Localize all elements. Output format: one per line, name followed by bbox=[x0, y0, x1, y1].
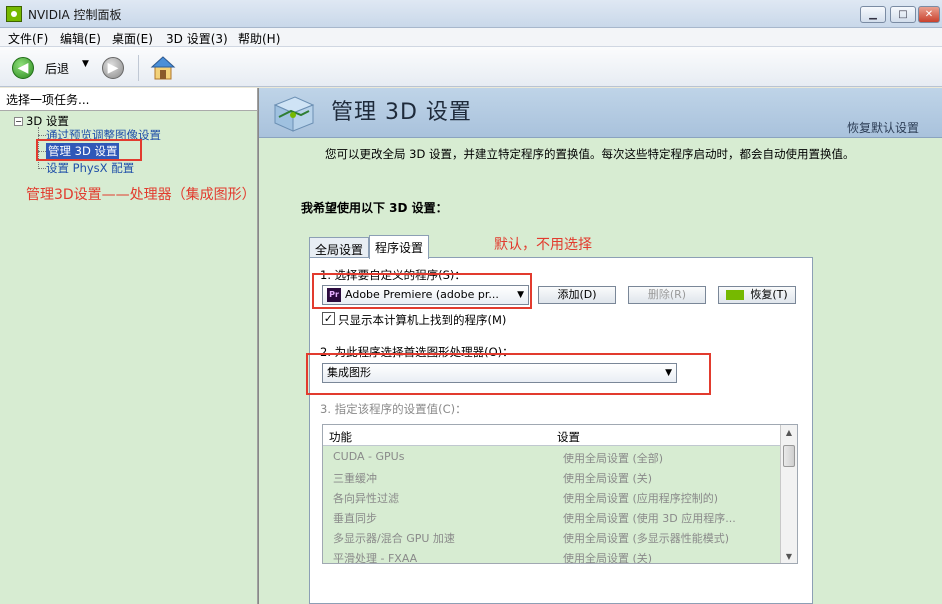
step3-label: 3. 指定该程序的设置值(C)： bbox=[320, 402, 467, 416]
annotation-box-gpu bbox=[306, 353, 711, 395]
add-program-button[interactable]: 添加(D) bbox=[538, 286, 616, 304]
column-header-setting: 设置 bbox=[557, 430, 580, 444]
page-title: 管理 3D 设置 bbox=[331, 100, 472, 125]
show-local-programs-checkbox[interactable]: ✓ bbox=[322, 312, 335, 325]
menu-bar: 文件(F) 编辑(E) 桌面(E) 3D 设置(3) 帮助(H) bbox=[0, 28, 942, 47]
back-label[interactable]: 后退 bbox=[45, 60, 69, 77]
restore-defaults-link[interactable]: 恢复默认设置 bbox=[847, 119, 919, 136]
table-header: 功能 设置 bbox=[323, 425, 781, 446]
collapse-icon[interactable]: − bbox=[14, 117, 23, 126]
annotation-note-tab: 默认，不用选择 bbox=[494, 237, 592, 253]
main-panel: 管理 3D 设置 恢复默认设置 您可以更改全局 3D 设置，并建立特定程序的置换… bbox=[258, 88, 942, 604]
page-header: 管理 3D 设置 恢复默认设置 bbox=[259, 88, 942, 138]
table-row[interactable]: 各向异性过滤 使用全局设置 (应用程序控制的) bbox=[323, 487, 781, 507]
history-dropdown-icon[interactable]: ▼ bbox=[82, 59, 89, 69]
scroll-up-icon[interactable]: ▲ bbox=[781, 425, 797, 441]
show-local-programs-label: 只显示本计算机上找到的程序(M) bbox=[338, 313, 507, 327]
3d-settings-icon bbox=[273, 96, 315, 132]
table-row[interactable]: 平滑处理 - FXAA 使用全局设置 (关) bbox=[323, 547, 781, 563]
restore-button-label: 恢复(T) bbox=[750, 288, 788, 301]
toolbar: ◀ 后退 ▼ ▶ bbox=[0, 47, 942, 87]
title-bar: NVIDIA 控制面板 ▁ □ ✕ bbox=[0, 0, 942, 28]
minimize-button[interactable]: ▁ bbox=[860, 6, 886, 23]
tree-item-physx-config[interactable]: 设置 PhysX 配置 bbox=[46, 160, 134, 176]
task-panel-header: 选择一项任务... bbox=[0, 88, 258, 110]
window-title: NVIDIA 控制面板 bbox=[28, 8, 122, 22]
menu-desktop[interactable]: 桌面(E) bbox=[112, 30, 153, 47]
annotation-box-manage-3d bbox=[36, 139, 142, 161]
toolbar-separator bbox=[138, 55, 139, 81]
table-row[interactable]: 三重缓冲 使用全局设置 (关) bbox=[323, 467, 781, 487]
table-scrollbar[interactable]: ▲ ▼ bbox=[780, 425, 797, 563]
tab-global-settings[interactable]: 全局设置 bbox=[309, 237, 370, 258]
section-title: 我希望使用以下 3D 设置： bbox=[301, 201, 448, 215]
scroll-thumb[interactable] bbox=[783, 445, 795, 467]
column-header-feature: 功能 bbox=[329, 430, 352, 444]
tree-connector bbox=[38, 168, 46, 169]
maximize-button[interactable]: □ bbox=[890, 6, 916, 23]
home-icon[interactable] bbox=[150, 55, 176, 81]
tree-root-label: 3D 设置 bbox=[26, 114, 69, 128]
close-button[interactable]: ✕ bbox=[918, 6, 940, 23]
nvidia-mini-icon bbox=[726, 290, 745, 300]
menu-edit[interactable]: 编辑(E) bbox=[60, 30, 101, 47]
scroll-down-icon[interactable]: ▼ bbox=[781, 549, 797, 563]
tree-connector bbox=[38, 135, 46, 136]
annotation-box-program bbox=[312, 273, 532, 309]
table-row[interactable]: 多显示器/混合 GPU 加速 使用全局设置 (多显示器性能模式) bbox=[323, 527, 781, 547]
menu-file[interactable]: 文件(F) bbox=[8, 30, 48, 47]
page-description: 您可以更改全局 3D 设置，并建立特定程序的置换值。每次这些特定程序启动时，都会… bbox=[325, 147, 855, 161]
tab-program-settings[interactable]: 程序设置 bbox=[369, 235, 430, 259]
back-arrow-icon: ◀ bbox=[17, 60, 29, 76]
forward-arrow-icon: ▶ bbox=[107, 60, 119, 76]
settings-table: 功能 设置 CUDA - GPUs 使用全局设置 (全部) 三重缓冲 使用全局设置 … bbox=[322, 424, 798, 564]
nvidia-logo-icon bbox=[6, 6, 22, 22]
menu-3d-settings[interactable]: 3D 设置(3) bbox=[166, 30, 228, 47]
menu-help[interactable]: 帮助(H) bbox=[238, 30, 280, 47]
table-row[interactable]: CUDA - GPUs 使用全局设置 (全部) bbox=[323, 447, 781, 467]
table-row[interactable]: 垂直同步 使用全局设置 (使用 3D 应用程序... bbox=[323, 507, 781, 527]
annotation-note-left: 管理3D设置——处理器（集成图形） bbox=[26, 187, 256, 203]
remove-program-button[interactable]: 删除(R) bbox=[628, 286, 706, 304]
back-button[interactable]: ◀ bbox=[12, 57, 34, 79]
restore-program-button[interactable]: 恢复(T) bbox=[718, 286, 796, 304]
forward-button[interactable]: ▶ bbox=[102, 57, 124, 79]
program-settings-panel: 1. 选择要自定义的程序(S)： Pr Adobe Premiere (adobe… bbox=[309, 257, 813, 604]
task-panel-title: 选择一项任务... bbox=[6, 93, 90, 107]
